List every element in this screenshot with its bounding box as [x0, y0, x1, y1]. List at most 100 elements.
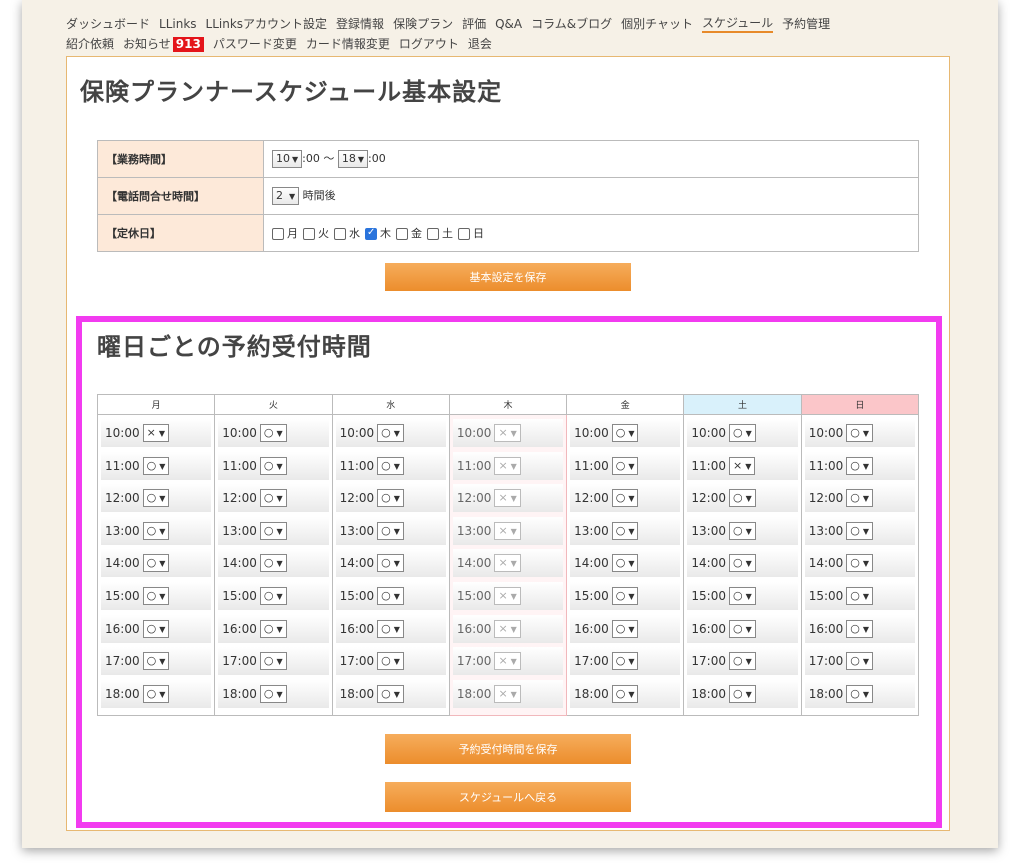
checkbox[interactable]	[458, 228, 470, 240]
availability-select[interactable]: ○ ▼	[259, 652, 287, 671]
end-hour-select[interactable]: 18 ▼	[337, 150, 369, 168]
availability-select[interactable]: ○ ▼	[377, 554, 404, 573]
availability-select[interactable]: ○ ▼	[729, 586, 756, 605]
availability-select[interactable]: ○ ▼	[142, 652, 170, 671]
availability-select[interactable]: ○ ▼	[259, 619, 287, 638]
availability-select[interactable]: ○ ▼	[729, 652, 756, 671]
checkbox[interactable]	[365, 227, 377, 240]
nav-link[interactable]: 紹介依頼	[66, 34, 114, 54]
availability-select[interactable]: ○ ▼	[846, 456, 874, 475]
closed-day-option[interactable]: 土	[427, 227, 453, 240]
time-slot: 10:00 ○ ▼	[804, 419, 915, 447]
availability-select[interactable]: ○ ▼	[259, 489, 287, 508]
nav-link-notices[interactable]: お知らせ 913	[123, 34, 204, 54]
availability-select[interactable]: ○ ▼	[611, 456, 639, 475]
availability-select[interactable]: ○ ▼	[611, 424, 639, 442]
availability-select[interactable]: ○ ▼	[377, 489, 404, 508]
availability-select[interactable]: ○ ▼	[142, 554, 170, 573]
start-hour-select[interactable]: 10 ▼	[272, 150, 303, 168]
checkbox[interactable]	[272, 228, 284, 240]
availability-select[interactable]: ○ ▼	[611, 652, 639, 671]
availability-select[interactable]: ○ ▼	[377, 586, 404, 605]
availability-select[interactable]: ○ ▼	[377, 619, 404, 638]
availability-select[interactable]: ○ ▼	[846, 521, 874, 540]
availability-select[interactable]: ○ ▼	[377, 456, 404, 475]
availability-select[interactable]: ○ ▼	[846, 684, 874, 703]
closed-day-option[interactable]: 金	[396, 227, 422, 240]
save-weekly-hours-button[interactable]: 予約受付時間を保存	[385, 734, 631, 764]
nav-link[interactable]: スケジュール	[702, 15, 774, 33]
nav-link[interactable]: LLinksアカウント設定	[206, 14, 328, 34]
availability-select[interactable]: ○ ▼	[611, 521, 639, 540]
availability-value: ○	[733, 426, 743, 439]
closed-day-option[interactable]: 火	[303, 227, 329, 240]
availability-select[interactable]: ○ ▼	[611, 619, 639, 638]
availability-select[interactable]: ○ ▼	[377, 424, 404, 442]
availability-select[interactable]: ○ ▼	[377, 652, 404, 671]
availability-select[interactable]: ○ ▼	[729, 521, 756, 540]
availability-select[interactable]: ○ ▼	[846, 554, 874, 573]
availability-select[interactable]: × ▼	[729, 456, 756, 475]
availability-select[interactable]: ○ ▼	[142, 586, 170, 605]
availability-select[interactable]: ○ ▼	[259, 586, 287, 605]
availability-select[interactable]: ○ ▼	[377, 521, 404, 540]
nav-link[interactable]: 登録情報	[336, 14, 384, 34]
availability-select[interactable]: ○ ▼	[846, 652, 874, 671]
nav-link[interactable]: コラム&ブログ	[531, 14, 612, 34]
availability-select[interactable]: ○ ▼	[259, 684, 287, 703]
availability-select[interactable]: ○ ▼	[259, 456, 287, 475]
availability-select[interactable]: ○ ▼	[377, 684, 404, 703]
nav-link[interactable]: Q&A	[495, 14, 522, 34]
availability-select[interactable]: ○ ▼	[729, 424, 756, 442]
closed-day-option[interactable]: 水	[334, 227, 360, 240]
availability-select[interactable]: ○ ▼	[611, 586, 639, 605]
nav-link[interactable]: ログアウト	[399, 34, 459, 54]
availability-select[interactable]: ○ ▼	[142, 684, 170, 703]
availability-select[interactable]: ○ ▼	[846, 489, 874, 508]
availability-value: ○	[146, 654, 157, 668]
nav-link[interactable]: パスワード変更	[213, 34, 297, 54]
time-slot: 18:00 ○ ▼	[101, 679, 212, 708]
back-to-schedule-button[interactable]: スケジュールへ戻る	[385, 782, 631, 812]
availability-select[interactable]: ○ ▼	[846, 586, 874, 605]
availability-select[interactable]: ○ ▼	[611, 489, 639, 508]
availability-select[interactable]: ○ ▼	[259, 521, 287, 540]
availability-select[interactable]: ○ ▼	[142, 619, 170, 638]
availability-select[interactable]: ○ ▼	[142, 456, 170, 475]
nav-link[interactable]: 評価	[462, 14, 486, 34]
availability-select[interactable]: ○ ▼	[729, 619, 756, 638]
availability-select[interactable]: ○ ▼	[142, 489, 170, 508]
checkbox[interactable]	[396, 228, 408, 240]
availability-select[interactable]: ○ ▼	[729, 684, 756, 703]
availability-select[interactable]: ○ ▼	[611, 554, 639, 573]
nav-link[interactable]: 退会	[468, 34, 492, 54]
time-slot: 18:00 ○ ▼	[335, 679, 446, 708]
nav-link[interactable]: ダッシュボード	[66, 14, 150, 34]
closed-day-option[interactable]: 木	[365, 227, 391, 240]
nav-link[interactable]: カード情報変更	[306, 34, 390, 54]
availability-value: ○	[146, 458, 157, 472]
availability-value: ○	[381, 458, 391, 472]
nav-link[interactable]: 予約管理	[782, 14, 830, 34]
availability-select[interactable]: ○ ▼	[259, 424, 287, 442]
availability-select[interactable]: ○ ▼	[611, 684, 639, 703]
time-label: 18:00	[339, 686, 375, 701]
availability-select[interactable]: ○ ▼	[846, 424, 874, 442]
availability-select[interactable]: ○ ▼	[729, 554, 756, 573]
phone-hours-select[interactable]: 2 ▼	[272, 187, 300, 205]
save-basic-settings-button[interactable]: 基本設定を保存	[385, 263, 631, 291]
closed-day-option[interactable]: 日	[458, 227, 484, 240]
checkbox[interactable]	[427, 228, 439, 240]
availability-select[interactable]: ○ ▼	[846, 619, 874, 638]
availability-select[interactable]: ○ ▼	[729, 489, 756, 508]
availability-select[interactable]: × ▼	[142, 424, 169, 442]
chevron-down-icon: ▼	[276, 657, 283, 667]
availability-select[interactable]: ○ ▼	[259, 554, 287, 573]
availability-select[interactable]: ○ ▼	[142, 521, 170, 540]
nav-link[interactable]: 個別チャット	[621, 14, 693, 34]
checkbox[interactable]	[334, 228, 346, 240]
nav-link[interactable]: LLinks	[159, 14, 197, 34]
checkbox[interactable]	[303, 228, 315, 240]
nav-link[interactable]: 保険プラン	[393, 14, 453, 34]
closed-day-option[interactable]: 月	[272, 227, 298, 240]
